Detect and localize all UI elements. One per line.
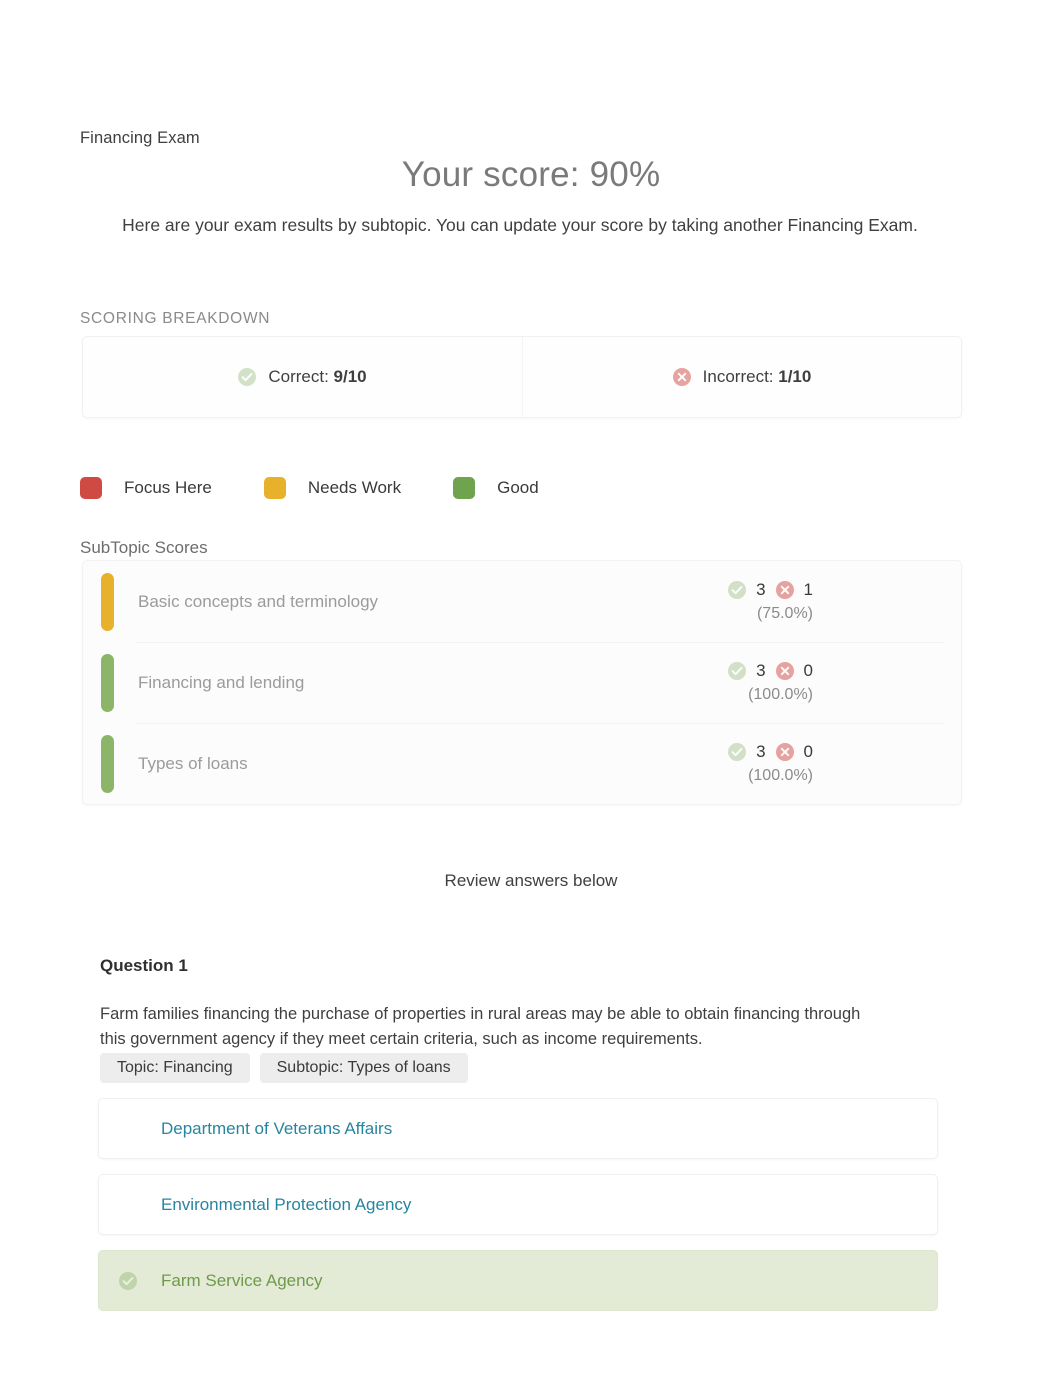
legend-swatch-red <box>80 477 102 499</box>
subtopic-stats: 3 0 (100.0%) <box>728 661 961 704</box>
exam-results-page: Financing Exam Your score: 90% Here are … <box>0 0 1062 1377</box>
review-answers-note: Review answers below <box>444 871 618 890</box>
subtopic-percent: (100.0%) <box>748 686 813 703</box>
incorrect-label: Incorrect: <box>702 367 774 386</box>
subtopic-tag: Subtopic: Types of loans <box>259 1053 468 1083</box>
scoring-breakdown-card: Correct: 9/10 Incorrect: 1/10 <box>82 336 962 418</box>
correct-summary: Correct: 9/10 <box>83 337 522 417</box>
subtopic-correct-count: 3 <box>756 661 766 680</box>
legend-swatch-amber <box>263 477 286 499</box>
answer-option-icon-slot <box>119 1271 161 1290</box>
legend-swatch-green <box>453 477 476 499</box>
check-circle-icon <box>238 368 257 386</box>
subtopic-stats: 3 0 (100.0%) <box>728 742 961 785</box>
x-circle-icon <box>672 368 691 386</box>
legend-label-good: Good <box>497 478 539 497</box>
answer-option-correct[interactable]: Farm Service Agency <box>98 1250 938 1311</box>
x-circle-icon <box>775 581 794 599</box>
correct-label: Correct: <box>268 367 329 386</box>
subtopic-correct-count: 3 <box>756 742 766 761</box>
status-bar-indicator <box>101 653 114 712</box>
question-tags: Topic: Financing Subtopic: Types of loan… <box>100 1053 468 1083</box>
answer-option-label: Farm Service Agency <box>161 1270 323 1290</box>
answer-options-list: Department of Veterans Affairs Environme… <box>98 1098 938 1326</box>
x-circle-icon <box>775 743 794 761</box>
status-bar-indicator <box>101 734 114 793</box>
answer-option[interactable]: Environmental Protection Agency <box>98 1174 938 1235</box>
subtopic-percent: (75.0%) <box>756 605 813 622</box>
subtopic-incorrect-count: 0 <box>803 742 813 761</box>
subtopic-scores-card: Basic concepts and terminology 3 1 (75.0… <box>82 560 962 805</box>
subtopic-incorrect-count: 1 <box>803 580 813 599</box>
subtopic-incorrect-count: 0 <box>803 661 813 680</box>
answer-option[interactable]: Department of Veterans Affairs <box>98 1098 938 1159</box>
check-circle-icon <box>119 1271 137 1290</box>
topic-tag: Topic: Financing <box>100 1053 250 1083</box>
table-row[interactable]: Types of loans 3 0 (100.0%) <box>83 723 961 804</box>
check-circle-icon <box>728 581 747 599</box>
subtopic-name: Types of loans <box>138 753 248 773</box>
correct-summary-text: Correct: 9/10 <box>268 367 366 387</box>
subtopic-correct-count: 3 <box>756 580 766 599</box>
subtopic-scores-heading: SubTopic Scores <box>80 538 208 557</box>
legend-item-needs-work: Needs Work <box>263 477 402 499</box>
table-row[interactable]: Basic concepts and terminology 3 1 (75.0… <box>83 561 961 642</box>
legend-label-needs-work: Needs Work <box>307 478 402 497</box>
subtopic-name: Basic concepts and terminology <box>138 591 379 611</box>
legend-item-good: Good <box>453 477 539 499</box>
correct-value: 9/10 <box>333 367 367 386</box>
incorrect-value: 1/10 <box>778 367 812 386</box>
score-subtitle: Here are your exam results by subtopic. … <box>122 215 918 235</box>
subtopic-percent: (100.0%) <box>748 767 813 784</box>
exam-name-label: Financing Exam <box>80 129 200 147</box>
incorrect-summary-text: Incorrect: 1/10 <box>703 367 812 387</box>
answer-option-label: Department of Veterans Affairs <box>161 1118 393 1138</box>
incorrect-summary: Incorrect: 1/10 <box>522 337 961 417</box>
status-legend: Focus Here Needs Work Good <box>80 477 539 499</box>
page-title: Your score: 90% <box>401 155 661 194</box>
scoring-breakdown-heading: SCORING BREAKDOWN <box>80 310 271 327</box>
question-title: Question 1 <box>100 956 188 975</box>
answer-option-label: Environmental Protection Agency <box>161 1194 412 1214</box>
table-row[interactable]: Financing and lending 3 0 (100.0%) <box>83 642 961 723</box>
question-text: Farm families financing the purchase of … <box>100 1005 861 1048</box>
subtopic-stats: 3 1 (75.0%) <box>728 580 961 623</box>
check-circle-icon <box>728 743 747 761</box>
check-circle-icon <box>728 662 747 680</box>
status-bar-indicator <box>101 572 114 631</box>
legend-label-focus-here: Focus Here <box>124 478 212 497</box>
legend-item-focus-here: Focus Here <box>80 477 212 499</box>
x-circle-icon <box>775 662 794 680</box>
subtopic-name: Financing and lending <box>138 672 305 692</box>
